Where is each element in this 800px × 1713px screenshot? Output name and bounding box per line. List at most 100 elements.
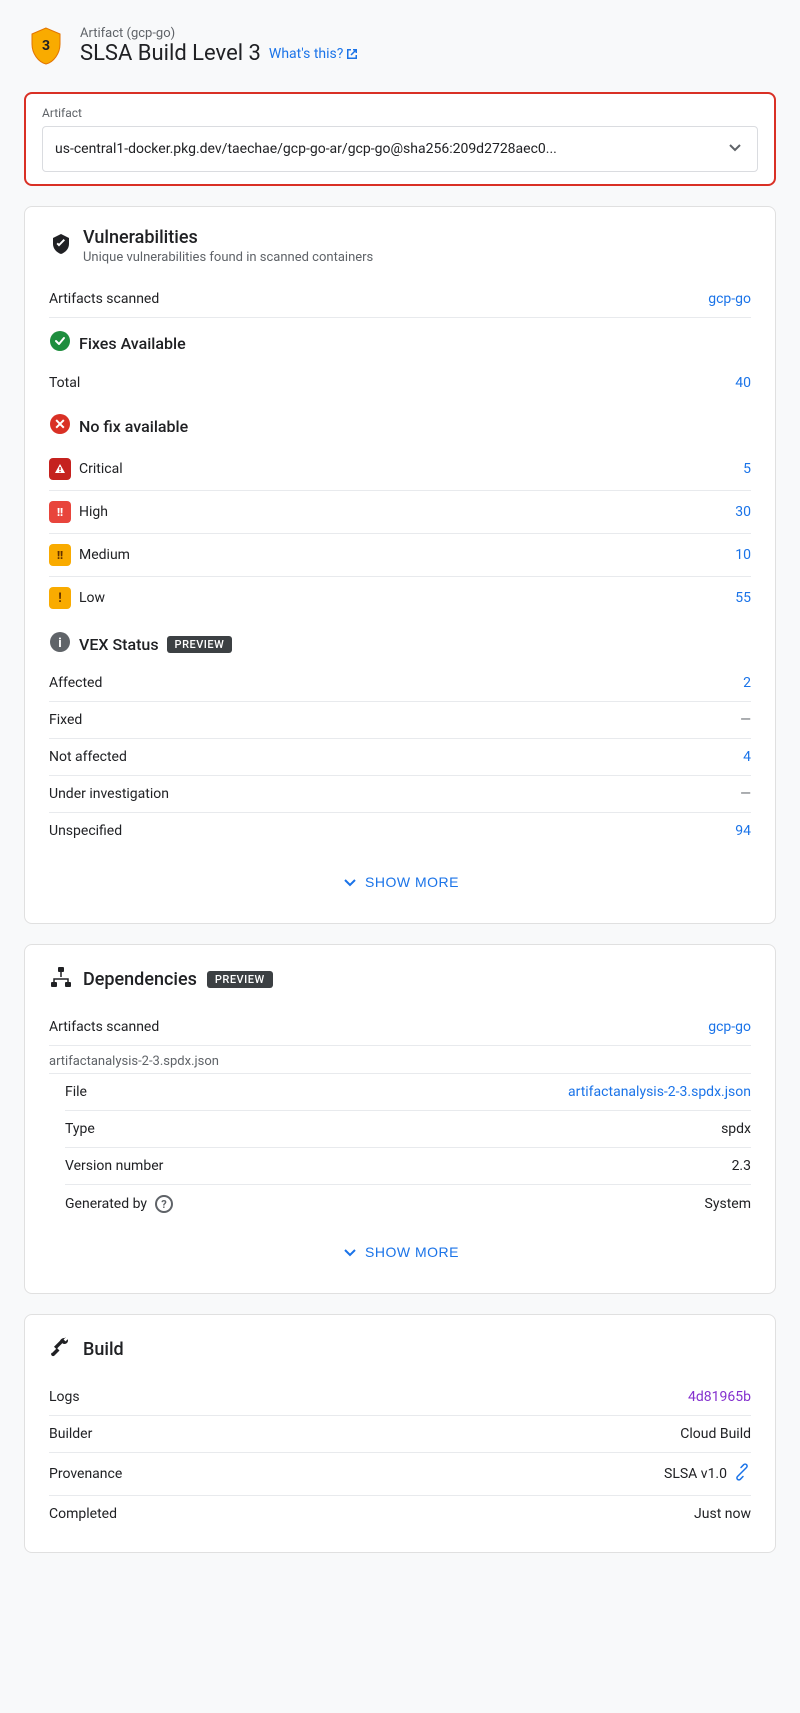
vex-affected-value[interactable]: 2: [743, 675, 751, 691]
vulnerabilities-show-more-button[interactable]: SHOW MORE: [49, 861, 751, 903]
build-completed-label: Completed: [49, 1506, 117, 1522]
deps-artifacts-scanned-value[interactable]: gcp-go: [708, 1019, 751, 1035]
build-header: Build: [49, 1335, 751, 1363]
vex-preview-badge: PREVIEW: [167, 636, 233, 653]
fixes-total-label: Total: [49, 375, 80, 391]
vex-affected-label: Affected: [49, 675, 102, 691]
dependencies-preview-badge: PREVIEW: [207, 971, 273, 988]
sub-file-rows: File artifactanalysis-2-3.spdx.json Type…: [49, 1074, 751, 1223]
medium-value[interactable]: 10: [735, 547, 751, 563]
vex-fixed-label: Fixed: [49, 712, 82, 728]
vex-unspecified-row: Unspecified 94: [49, 813, 751, 849]
dependencies-show-more-button[interactable]: SHOW MORE: [49, 1231, 751, 1273]
vex-not-affected-value[interactable]: 4: [743, 749, 751, 765]
chevron-down-icon: [341, 1243, 359, 1261]
deps-file-value[interactable]: artifactanalysis-2-3.spdx.json: [568, 1084, 751, 1100]
no-fix-section: ✕ No fix available Critical 5 !! High: [49, 413, 751, 619]
check-circle-icon: [49, 330, 71, 357]
artifact-dropdown[interactable]: us-central1-docker.pkg.dev/taechae/gcp-g…: [42, 126, 758, 172]
deps-generated-by-row: Generated by ? System: [65, 1185, 751, 1223]
vex-status-header: i VEX Status PREVIEW: [49, 631, 751, 657]
high-icon: !!: [49, 501, 71, 523]
vex-status-section: i VEX Status PREVIEW Affected 2 Fixed — …: [49, 631, 751, 849]
build-logs-value[interactable]: 4d81965b: [688, 1389, 751, 1405]
build-title: Build: [83, 1339, 124, 1360]
build-card: Build Logs 4d81965b Builder Cloud Build …: [24, 1314, 776, 1553]
deps-type-label: Type: [65, 1121, 95, 1137]
deps-generated-by-value: System: [705, 1196, 751, 1212]
chain-link-icon[interactable]: [733, 1463, 751, 1485]
fixes-available-header: Fixes Available: [49, 330, 751, 357]
vex-unspecified-value[interactable]: 94: [735, 823, 751, 839]
fixes-available-section: Fixes Available Total 40: [49, 330, 751, 401]
fixes-total-value[interactable]: 40: [735, 375, 751, 391]
artifact-section: Artifact us-central1-docker.pkg.dev/taec…: [24, 92, 776, 186]
artifacts-scanned-value[interactable]: gcp-go: [708, 291, 751, 307]
vex-status-title: VEX Status: [79, 635, 159, 654]
deps-type-value: spdx: [721, 1121, 751, 1137]
svg-text:3: 3: [42, 38, 50, 54]
deps-file-row: File artifactanalysis-2-3.spdx.json: [65, 1074, 751, 1111]
vex-not-affected-row: Not affected 4: [49, 739, 751, 776]
dependencies-header: Dependencies PREVIEW: [49, 965, 751, 993]
critical-value[interactable]: 5: [743, 461, 751, 477]
build-builder-value: Cloud Build: [680, 1426, 751, 1442]
low-value[interactable]: 55: [735, 590, 751, 606]
slsa-title: SLSA Build Level 3 What's this?: [80, 41, 359, 66]
whats-this-link[interactable]: What's this?: [269, 46, 359, 62]
external-link-icon: [345, 47, 359, 61]
build-wrench-icon: [49, 1335, 73, 1363]
sub-file-label: artifactanalysis-2-3.spdx.json: [49, 1046, 751, 1074]
shield-badge: 3: [24, 24, 68, 68]
high-row: !! High 30: [49, 491, 751, 534]
low-row: ! Low 55: [49, 577, 751, 619]
dependencies-title: Dependencies: [83, 969, 197, 990]
vex-fixed-value: —: [740, 712, 751, 728]
artifacts-scanned-label: Artifacts scanned: [49, 291, 159, 307]
vex-investigation-row: Under investigation —: [49, 776, 751, 813]
header: 3 Artifact (gcp-go) SLSA Build Level 3 W…: [24, 16, 776, 76]
deps-type-row: Type spdx: [65, 1111, 751, 1148]
info-icon: i: [49, 631, 71, 657]
build-builder-label: Builder: [49, 1426, 92, 1442]
error-circle-icon: ✕: [49, 413, 71, 440]
medium-icon: !!: [49, 544, 71, 566]
medium-row: !! Medium 10: [49, 534, 751, 577]
deps-artifacts-scanned-row: Artifacts scanned gcp-go: [49, 1009, 751, 1046]
build-provenance-row: Provenance SLSA v1.0: [49, 1453, 751, 1496]
page-container: 3 Artifact (gcp-go) SLSA Build Level 3 W…: [0, 0, 800, 1589]
vulnerabilities-icon: [49, 232, 73, 260]
build-logs-row: Logs 4d81965b: [49, 1379, 751, 1416]
critical-label: Critical: [79, 461, 123, 477]
svg-text:i: i: [58, 636, 61, 651]
svg-text:✕: ✕: [54, 417, 66, 433]
deps-artifacts-scanned-label: Artifacts scanned: [49, 1019, 159, 1035]
no-fix-header: ✕ No fix available: [49, 413, 751, 440]
deps-generated-by-label: Generated by: [65, 1196, 147, 1212]
question-mark-icon[interactable]: ?: [155, 1195, 173, 1213]
vex-not-affected-label: Not affected: [49, 749, 127, 765]
vex-fixed-row: Fixed —: [49, 702, 751, 739]
build-provenance-label: Provenance: [49, 1466, 122, 1482]
artifact-name: Artifact (gcp-go): [80, 26, 359, 41]
deps-version-row: Version number 2.3: [65, 1148, 751, 1185]
vex-investigation-label: Under investigation: [49, 786, 169, 802]
build-builder-row: Builder Cloud Build: [49, 1416, 751, 1453]
chevron-down-icon: [341, 873, 359, 891]
build-completed-row: Completed Just now: [49, 1496, 751, 1532]
artifact-section-label: Artifact: [42, 106, 758, 120]
build-provenance-value: SLSA v1.0: [664, 1466, 727, 1482]
vex-unspecified-label: Unspecified: [49, 823, 122, 839]
dropdown-arrow-icon: [725, 137, 745, 161]
high-value[interactable]: 30: [735, 504, 751, 520]
vulnerabilities-title: Vulnerabilities: [83, 227, 373, 248]
fixes-total-row: Total 40: [49, 365, 751, 401]
deps-version-value: 2.3: [732, 1158, 751, 1174]
vulnerabilities-header: Vulnerabilities Unique vulnerabilities f…: [49, 227, 751, 265]
critical-row: Critical 5: [49, 448, 751, 491]
dependencies-card: Dependencies PREVIEW Artifacts scanned g…: [24, 944, 776, 1294]
vulnerabilities-subtitle: Unique vulnerabilities found in scanned …: [83, 250, 373, 265]
medium-label: Medium: [79, 547, 130, 563]
build-provenance-value-container: SLSA v1.0: [664, 1463, 751, 1485]
deps-file-label: File: [65, 1084, 87, 1100]
